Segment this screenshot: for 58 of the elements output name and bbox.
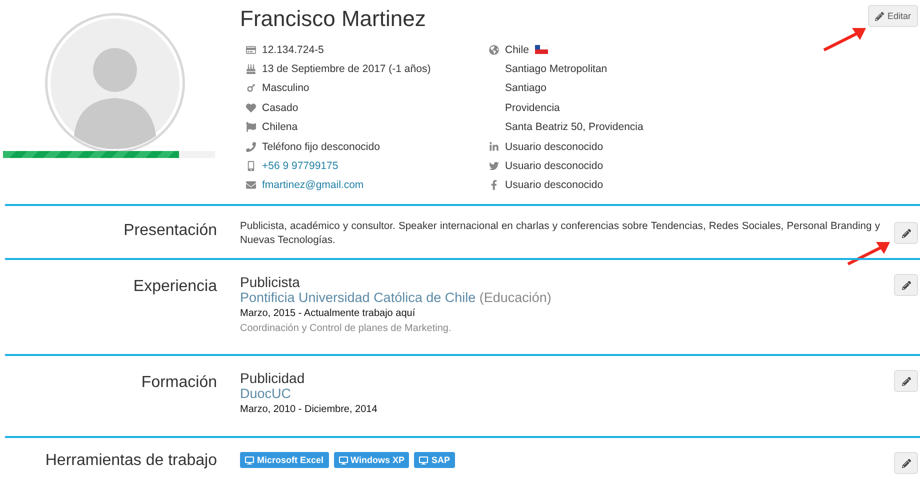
detail-text: Chilena	[262, 121, 298, 134]
detail-text: Santiago	[505, 82, 546, 94]
pencil-icon	[875, 12, 884, 20]
monitor-icon	[338, 456, 348, 464]
twitter-icon	[488, 161, 499, 172]
detail-text: Usuario desconocido	[505, 160, 604, 172]
monitor-icon	[245, 456, 254, 464]
mobile-phone-icon	[245, 161, 256, 172]
pencil-icon	[902, 458, 910, 468]
section-title: Formación	[140, 373, 217, 393]
contact-link[interactable]: +56 9 97799175	[262, 160, 338, 172]
detail-text: Usuario desconocido	[505, 140, 604, 153]
phone-icon	[245, 142, 256, 152]
institution-link[interactable]: Pontificia Universidad Católica de Chile	[240, 290, 476, 305]
profile-name: Francisco Martinez	[240, 6, 426, 33]
id-card-icon	[245, 44, 256, 55]
cake-icon	[245, 64, 256, 74]
section-title: Herramientas de trabajo	[44, 452, 217, 470]
detail-text: Santa Beatriz 50, Providencia	[505, 121, 644, 134]
presentation-text: Publicista, académico y consultor. Speaker internacional en charlas y conferencias sobre Tendencias, Redes Sociales, Personal Branding y Nuevas Tecnologías.	[240, 220, 880, 248]
skill-tag: Windows XP	[334, 452, 410, 468]
institution-link[interactable]: DuocUC	[240, 386, 292, 401]
detail-text: Providencia	[505, 102, 560, 114]
date-range: Marzo, 2010 - Diciembre, 2014	[240, 403, 378, 417]
heart-icon	[245, 102, 256, 113]
edit-button[interactable]	[894, 274, 918, 296]
date-range: Marzo, 2015 - Actualmente trabajo aquí	[240, 307, 416, 321]
detail-text: Casado	[262, 102, 298, 114]
edit-button[interactable]	[894, 370, 918, 392]
category-text: (Educación)	[478, 290, 552, 305]
detail-text: Teléfono fijo desconocido	[262, 140, 380, 153]
edit-button[interactable]	[894, 452, 918, 474]
entry-description: Coordinación y Control de planes de Marketing.	[240, 322, 452, 336]
detail-text: 12.134.724-5	[262, 44, 324, 56]
skill-tag: SAP	[414, 452, 455, 468]
section-title: Presentación	[122, 221, 217, 241]
arrow-icon	[822, 26, 868, 52]
detail-text: Masculino	[262, 82, 310, 94]
detail-text: Santiago Metropolitan	[505, 63, 608, 76]
edit-button[interactable]	[894, 222, 918, 244]
contact-link[interactable]: fmartinez@gmail.com	[262, 179, 364, 192]
detail-text: Chile	[505, 44, 529, 56]
globe-icon	[488, 44, 499, 55]
pencil-icon	[902, 280, 910, 290]
linkedin-icon	[488, 142, 499, 152]
monitor-icon	[419, 456, 428, 464]
section-title: Experiencia	[132, 277, 217, 297]
flag-icon	[245, 122, 256, 132]
entry-title: Publicidad	[240, 370, 306, 386]
entry-title: Publicista	[240, 274, 301, 290]
detail-text: 13 de Septiembre de 2017 (-1 años)	[262, 63, 431, 76]
edit-button[interactable]: Editar	[868, 5, 918, 27]
pencil-icon	[902, 228, 910, 238]
male-icon	[245, 83, 256, 94]
pencil-icon	[902, 376, 910, 386]
detail-text: Usuario desconocido	[505, 179, 604, 192]
skill-tag: Microsoft Excel	[240, 452, 329, 468]
envelope-icon	[245, 180, 256, 190]
